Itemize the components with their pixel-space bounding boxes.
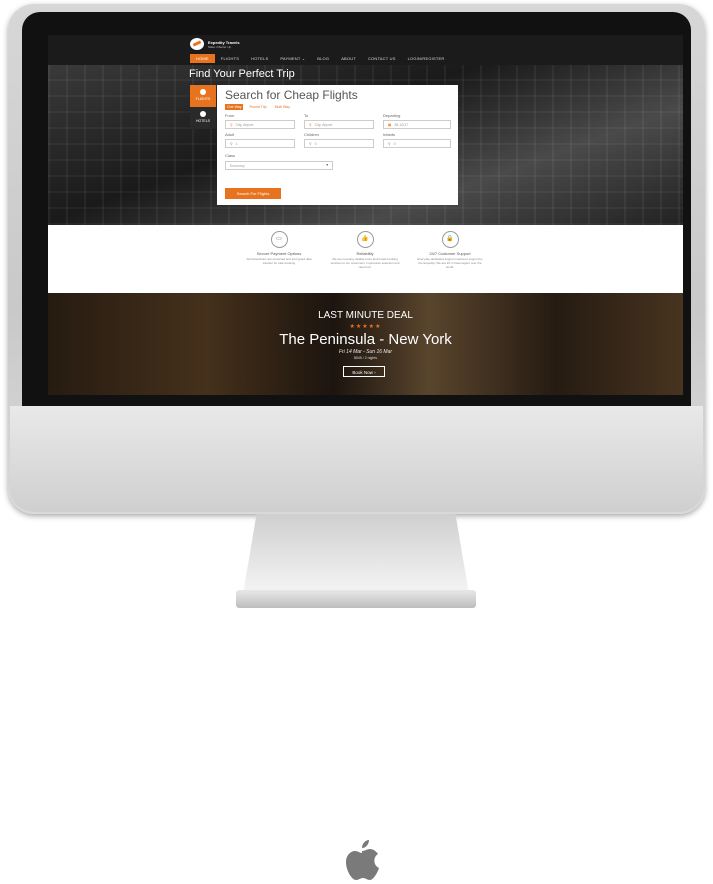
search-title: Search for Cheap Flights: [225, 88, 358, 102]
flight-search-panel: Search for Cheap Flights One Way Round T…: [217, 85, 458, 205]
to-label: To: [304, 113, 309, 118]
plane-icon: [200, 89, 206, 95]
feature-desc: We are covering reliable tours and hotel…: [330, 257, 400, 269]
feature-title: 24/7 Customer Support: [429, 251, 471, 256]
nav-hotels[interactable]: HOTELS: [245, 54, 274, 63]
adult-value: 1: [235, 142, 238, 146]
brand-tagline: Make it Better Up: [208, 44, 232, 49]
children-value: 0: [314, 142, 317, 146]
feature-secure-payment: ▭ Secure Payment Options All transaction…: [244, 231, 314, 265]
search-flights-button[interactable]: Search For Flights: [225, 188, 281, 199]
deal-kicker: LAST MINUTE DEAL: [318, 310, 413, 321]
departing-field[interactable]: ▦ 28-10/17: [383, 120, 451, 129]
plane-logo-icon: [190, 38, 204, 50]
tab-hotels-label: HOTELS: [195, 119, 210, 123]
book-now-button[interactable]: Book Now ›: [343, 366, 385, 377]
search-tabs: FLIGHTS HOTELS: [190, 85, 216, 129]
infants-field[interactable]: ⚲ 0: [383, 139, 451, 148]
departing-value: 28-10/17: [394, 123, 409, 127]
class-label: Class: [225, 153, 236, 158]
nav-contact[interactable]: CONTACT US: [362, 54, 402, 63]
adult-field[interactable]: ⚲ 1: [225, 139, 295, 148]
tab-hotels[interactable]: HOTELS: [190, 107, 216, 129]
deal-hotel-name: The Peninsula - New York: [279, 331, 452, 348]
stand-foot: [236, 590, 476, 608]
infants-label: Infants: [383, 132, 396, 137]
website-screen: Expedity Travels Make it Better Up HOME …: [48, 35, 683, 395]
children-label: Children: [304, 132, 319, 137]
dropdown-caret-icon: ▾: [326, 163, 328, 167]
trip-one-way[interactable]: One Way: [225, 104, 244, 110]
departing-label: Departing: [383, 113, 401, 118]
class-select[interactable]: Economy ▾: [225, 161, 333, 170]
deal-price: $545 / 2 nights: [354, 356, 377, 360]
hero-section: Find Your Perfect Trip FLIGHTS HOTELS Se…: [48, 65, 683, 225]
from-placeholder: City, Airport: [235, 123, 254, 127]
monitor-stand: [243, 514, 469, 594]
deal-stars: ★★★★★: [349, 324, 382, 330]
trip-round-trip[interactable]: Round Trip: [247, 104, 268, 110]
brand-logo[interactable]: Expedity Travels Make it Better Up: [190, 38, 240, 50]
monitor-chin: [10, 406, 703, 880]
tab-flights[interactable]: FLIGHTS: [190, 85, 216, 107]
thumbs-up-icon: 👍: [356, 231, 374, 248]
location-pin-icon: ⚲: [230, 142, 233, 146]
feature-reliability: 👍 Reliability We are covering reliable t…: [330, 231, 400, 269]
feature-desc: All transactions are protected and encry…: [246, 257, 312, 265]
nav-payment[interactable]: PAYMENT ⌄: [274, 54, 311, 63]
infants-value: 0: [393, 142, 396, 146]
to-placeholder: City, Airport: [314, 123, 333, 127]
class-value: Economy: [230, 164, 245, 168]
features-section: ▭ Secure Payment Options All transaction…: [48, 225, 683, 293]
brand-name: Expedity Travels: [208, 39, 240, 45]
nav-login[interactable]: LOGIN/REGISTER: [402, 54, 451, 63]
last-minute-deal-section: LAST MINUTE DEAL ★★★★★ The Peninsula - N…: [48, 293, 683, 395]
from-field[interactable]: ⚲ City, Airport: [225, 120, 295, 129]
nav-about[interactable]: ABOUT: [335, 54, 362, 63]
top-navbar: Expedity Travels Make it Better Up HOME …: [48, 35, 683, 65]
nav-blog[interactable]: BLOG: [311, 54, 335, 63]
bed-icon: [200, 111, 206, 117]
trip-multi-way[interactable]: Multi Way: [273, 104, 292, 110]
feature-desc: Everyday dedicated support customer supp…: [417, 257, 483, 269]
location-pin-icon: ⚲: [388, 142, 391, 146]
nav-flights[interactable]: FLIGHTS: [215, 54, 245, 63]
hero-title: Find Your Perfect Trip: [189, 68, 295, 80]
feature-title: Secure Payment Options: [256, 251, 302, 256]
deal-dates: Fri 14 Mar - Sun 16 Mar: [338, 349, 393, 355]
nav-home[interactable]: HOME: [190, 54, 215, 63]
to-field[interactable]: ⚲ City, Airport: [304, 120, 374, 129]
lock-icon: 🔒: [441, 231, 459, 248]
location-pin-icon: ⚲: [309, 123, 312, 127]
trip-type-selector: One Way Round Trip Multi Way: [225, 104, 292, 110]
feature-title: Reliability: [356, 251, 374, 256]
main-menu: HOME FLIGHTS HOTELS PAYMENT ⌄ BLOG ABOUT…: [190, 54, 450, 63]
from-label: From: [225, 113, 235, 118]
location-pin-icon: ⚲: [309, 142, 312, 146]
card-icon: ▭: [270, 231, 288, 248]
adult-label: Adult: [225, 132, 235, 137]
apple-logo-icon: [346, 840, 379, 880]
feature-support: 🔒 24/7 Customer Support Everyday dedicat…: [415, 231, 485, 269]
calendar-icon: ▦: [388, 123, 392, 127]
tab-flights-label: FLIGHTS: [195, 97, 211, 101]
children-field[interactable]: ⚲ 0: [304, 139, 374, 148]
location-pin-icon: ⚲: [230, 123, 233, 127]
